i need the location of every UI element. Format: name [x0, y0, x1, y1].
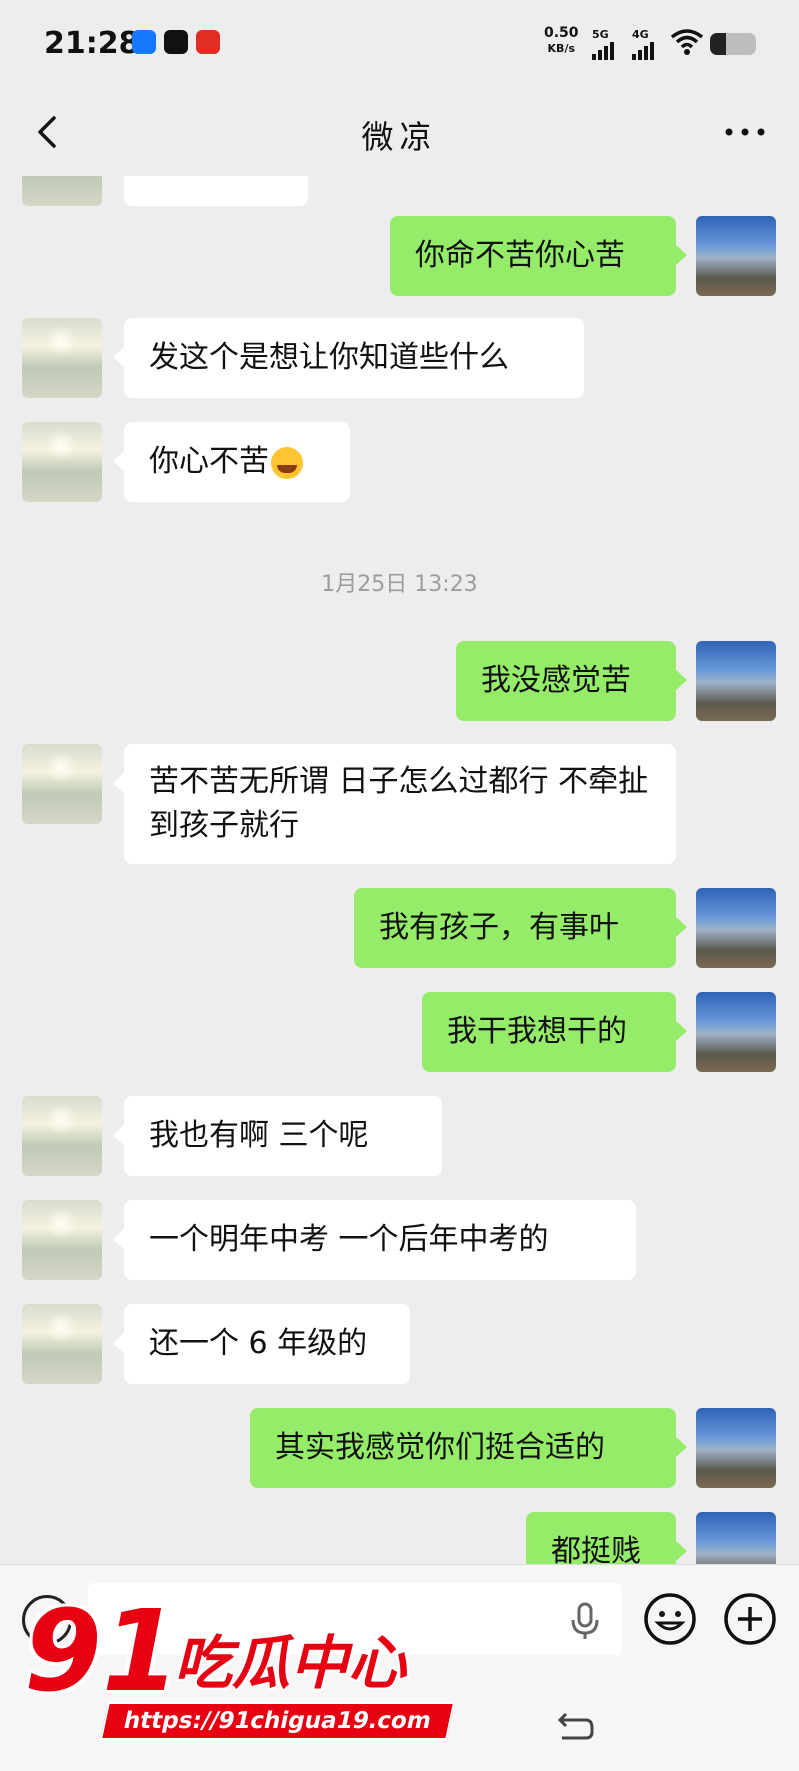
friend-avatar[interactable] [22, 744, 102, 824]
my-avatar[interactable] [696, 1512, 776, 1564]
my-avatar[interactable] [696, 888, 776, 968]
friend-avatar[interactable] [22, 176, 102, 206]
message-bubble[interactable]: 苦不苦无所谓 日子怎么过都行 不牵扯到孩子就行 [113, 744, 676, 864]
status-bar: 21:28 0.50 KB/s 5G 4G [0, 0, 799, 90]
signal-4g-label: 4G [632, 28, 649, 41]
message-bubble[interactable]: 我也有啊 三个呢 [113, 1096, 442, 1176]
message-bubble[interactable]: 其实我感觉你们挺合适的 [250, 1408, 687, 1488]
emoji-icon[interactable] [642, 1591, 698, 1647]
message-bubble[interactable]: 发这个是想让你知道些什么 [113, 318, 584, 398]
message-row: 我没感觉苦 [0, 641, 799, 721]
pinduoduo-icon [196, 30, 220, 54]
my-avatar[interactable] [696, 216, 776, 296]
message-row: 其实我感觉你们挺合适的 [0, 1408, 799, 1488]
system-back-icon[interactable] [556, 1708, 596, 1744]
message-bubble[interactable]: 你心不苦 [113, 422, 350, 502]
signal-bars-icon [592, 42, 614, 60]
watermark-number: 91 [24, 1587, 180, 1717]
message-row: 你命不苦你心苦 [0, 216, 799, 296]
message-bubble[interactable]: 一个明年中考 一个后年中考的 [113, 1200, 636, 1280]
message-row: 一个明年中考 一个后年中考的 [0, 1200, 799, 1280]
my-avatar[interactable] [696, 641, 776, 721]
clock: 21:28 [44, 26, 140, 61]
signal-bars-icon [632, 42, 654, 60]
watermark-logo: 91 吃瓜中心 https://91chigua19.com [24, 1587, 455, 1752]
more-dots-icon[interactable] [720, 112, 770, 152]
friend-avatar[interactable] [22, 1304, 102, 1384]
message-row [0, 176, 799, 206]
signal-5g-label: 5G [592, 28, 609, 41]
message-row: 我有孩子，有事叶 [0, 888, 799, 968]
timestamp: 1月25日 13:23 [321, 572, 478, 597]
message-bubble[interactable]: 还一个 6 年级的 [113, 1304, 410, 1384]
chat-header: 微凉 [0, 90, 799, 176]
my-avatar[interactable] [696, 992, 776, 1072]
watermark-url: https://91chigua19.com [99, 1702, 455, 1740]
message-row: 我也有啊 三个呢 [0, 1096, 799, 1176]
microphone-icon[interactable] [560, 1595, 610, 1645]
alipay-icon [132, 30, 156, 54]
tears-of-joy-emoji [271, 446, 303, 479]
my-avatar[interactable] [696, 1408, 776, 1488]
message-row: 你心不苦 [0, 422, 799, 502]
message-row: 苦不苦无所谓 日子怎么过都行 不牵扯到孩子就行 [0, 744, 799, 864]
network-speed-value: 0.50 [544, 25, 579, 41]
message-bubble[interactable] [124, 176, 308, 206]
message-bubble[interactable]: 我没感觉苦 [456, 641, 687, 721]
network-speed: 0.50 KB/s [544, 26, 579, 56]
message-bubble[interactable]: 我有孩子，有事叶 [354, 888, 687, 968]
page-title: 微凉 [361, 118, 438, 156]
message-bubble[interactable]: 我干我想干的 [422, 992, 687, 1072]
message-bubble[interactable]: 都挺贱 [526, 1512, 687, 1564]
battery-icon [710, 33, 756, 55]
message-list[interactable]: 你命不苦你心苦 发这个是想让你知道些什么 你心不苦 1月25日 13:23 我没… [0, 176, 799, 1564]
message-bubble[interactable]: 你命不苦你心苦 [390, 216, 687, 296]
message-row: 我干我想干的 [0, 992, 799, 1072]
wifi-icon [670, 29, 704, 55]
douyin-icon [164, 30, 188, 54]
friend-avatar[interactable] [22, 318, 102, 398]
friend-avatar[interactable] [22, 1200, 102, 1280]
message-row: 发这个是想让你知道些什么 [0, 318, 799, 398]
message-text: 你心不苦 [149, 444, 269, 479]
friend-avatar[interactable] [22, 1096, 102, 1176]
message-row: 还一个 6 年级的 [0, 1304, 799, 1384]
message-row: 都挺贱 [0, 1512, 799, 1564]
watermark-name: 吃瓜中心 [174, 1629, 407, 1697]
battery-level [710, 33, 727, 55]
friend-avatar[interactable] [22, 422, 102, 502]
plus-icon[interactable] [722, 1591, 778, 1647]
network-speed-unit: KB/s [547, 42, 576, 55]
